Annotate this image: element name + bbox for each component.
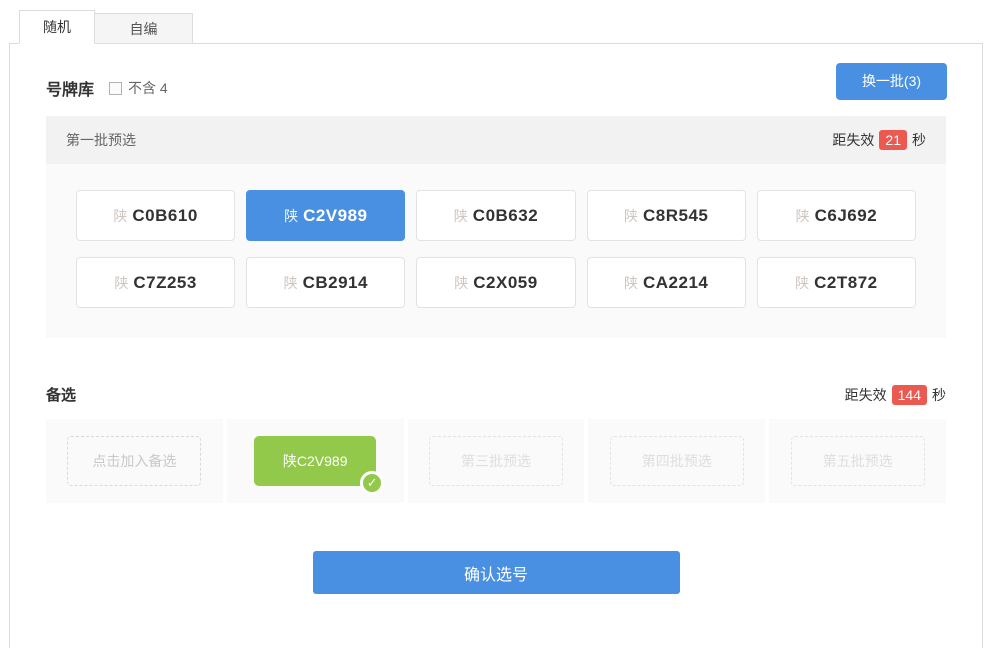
backup-slot-placeholder: 第四批预选 [610, 436, 744, 486]
exclude-4-filter: 不含 4 [109, 78, 168, 98]
backup-expiry-countdown: 距失效 144 秒 [845, 385, 946, 405]
check-icon: ✓ [360, 471, 384, 495]
plate-number: CA2214 [643, 273, 708, 293]
change-batch-button[interactable]: 换一批(3) [836, 63, 947, 100]
batch-section: 第一批预选 距失效 21 秒 陕C0B610陕C2V989陕C0B632陕C8R… [46, 116, 946, 338]
plate-option[interactable]: 陕C0B610 [76, 190, 235, 241]
backup-slot: 第三批预选 [408, 419, 585, 503]
plate-prefix: 陕 [624, 273, 638, 293]
confirm-wrap: 确认选号 [46, 551, 946, 594]
backup-title: 备选 [46, 384, 76, 405]
plate-prefix: 陕 [454, 273, 468, 293]
expiry-prefix: 距失效 [845, 385, 887, 405]
backup-header: 备选 距失效 144 秒 [46, 384, 946, 405]
expiry-suffix: 秒 [932, 385, 946, 405]
tab-random[interactable]: 随机 [19, 10, 95, 44]
plate-prefix: 陕 [795, 273, 809, 293]
exclude-4-label: 不含 4 [128, 78, 168, 98]
pool-row: 号牌库 不含 4 换一批(3) [46, 68, 947, 108]
backup-slot-saved[interactable]: 陕C2V989✓ [254, 436, 376, 486]
plate-prefix: 陕 [624, 206, 638, 226]
backup-slot: 点击加入备选 [46, 419, 223, 503]
expiry-suffix: 秒 [912, 130, 926, 150]
plate-prefix: 陕 [114, 273, 128, 293]
expiry-seconds-badge: 21 [879, 130, 907, 150]
backup-slots: 点击加入备选 陕C2V989 ✓ 第三批预选第四批预选第五批预选 [46, 419, 946, 503]
expiry-seconds-badge: 144 [892, 385, 927, 405]
plate-option[interactable]: 陕C0B632 [416, 190, 575, 241]
plate-option[interactable]: 陕C2V989 [246, 190, 405, 241]
backup-slot-placeholder: 第三批预选 [429, 436, 563, 486]
exclude-4-checkbox[interactable] [109, 82, 122, 95]
backup-slot: 第五批预选 [769, 419, 946, 503]
plate-number: C0B610 [132, 206, 197, 226]
plate-number: C0B632 [473, 206, 538, 226]
plate-option[interactable]: 陕C2X059 [416, 257, 575, 308]
plate-prefix: 陕 [284, 206, 298, 226]
plate-selection-panel: 号牌库 不含 4 换一批(3) 第一批预选 距失效 21 秒 陕C0B610陕C… [9, 43, 983, 648]
plate-option[interactable]: 陕C7Z253 [76, 257, 235, 308]
plate-option[interactable]: 陕C8R545 [587, 190, 746, 241]
batch-expiry-countdown: 距失效 21 秒 [832, 130, 926, 150]
saved-plate-label: 陕C2V989 [283, 451, 348, 471]
plate-prefix: 陕 [113, 206, 127, 226]
backup-slot-add[interactable]: 点击加入备选 [67, 436, 201, 486]
tab-bar: 随机 自编 [0, 10, 1000, 43]
plate-number: C8R545 [643, 206, 708, 226]
plate-number: C2X059 [473, 273, 537, 293]
plate-number: C7Z253 [133, 273, 196, 293]
plate-prefix: 陕 [796, 206, 810, 226]
batch-body: 陕C0B610陕C2V989陕C0B632陕C8R545陕C6J692陕C7Z2… [46, 164, 946, 338]
plate-number: C6J692 [815, 206, 878, 226]
batch-header: 第一批预选 距失效 21 秒 [46, 116, 946, 164]
plate-option[interactable]: 陕C6J692 [757, 190, 916, 241]
backup-slot: 第四批预选 [588, 419, 765, 503]
plate-number: C2T872 [814, 273, 877, 293]
backup-slot-placeholder: 第五批预选 [791, 436, 925, 486]
plate-prefix: 陕 [454, 206, 468, 226]
confirm-button[interactable]: 确认选号 [313, 551, 680, 594]
plate-grid: 陕C0B610陕C2V989陕C0B632陕C8R545陕C6J692陕C7Z2… [76, 190, 916, 308]
backup-slot: 陕C2V989 ✓ [227, 419, 404, 503]
plate-number: C2V989 [303, 206, 367, 226]
plate-option[interactable]: 陕C2T872 [757, 257, 916, 308]
pool-label: 号牌库 [46, 76, 94, 100]
expiry-prefix: 距失效 [832, 130, 874, 150]
batch-title: 第一批预选 [66, 130, 136, 150]
plate-option[interactable]: 陕CA2214 [587, 257, 746, 308]
plate-prefix: 陕 [284, 273, 298, 293]
tab-custom[interactable]: 自编 [95, 13, 193, 44]
plate-option[interactable]: 陕CB2914 [246, 257, 405, 308]
plate-number: CB2914 [303, 273, 368, 293]
